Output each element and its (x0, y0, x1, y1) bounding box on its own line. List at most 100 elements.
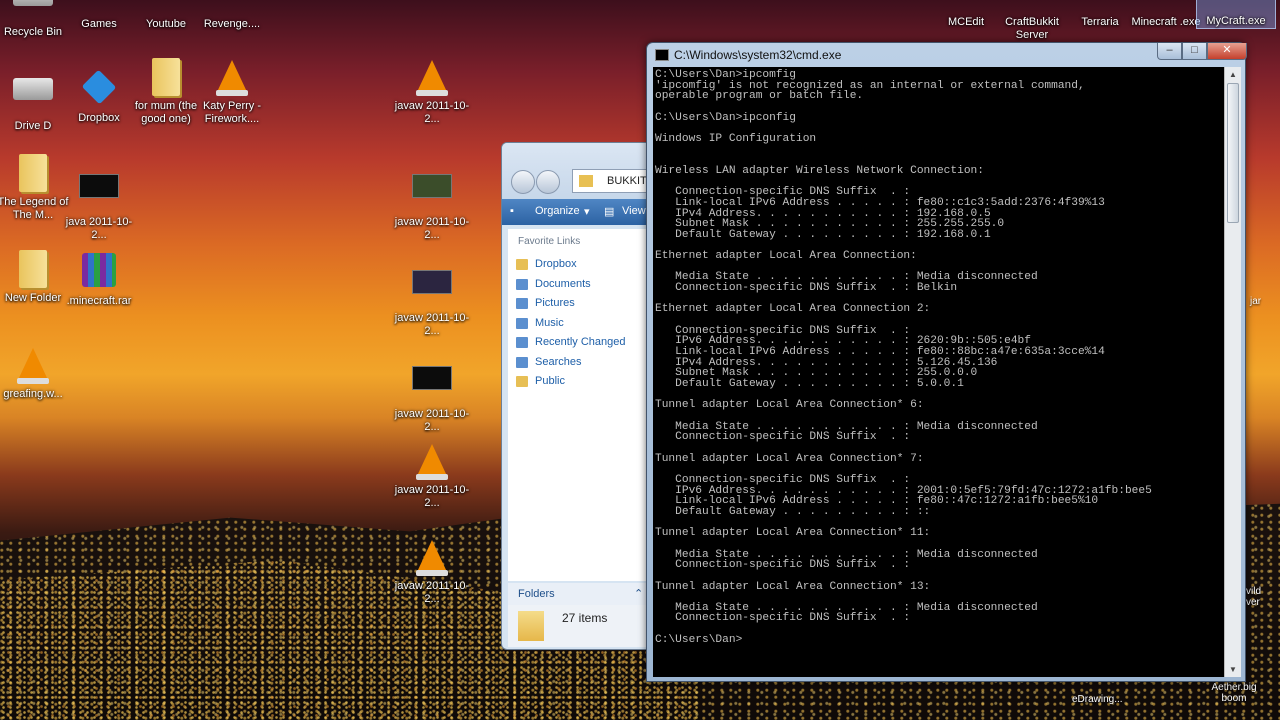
address-text: BUKKIT (607, 175, 647, 187)
desktop-icon-javaw-5[interactable]: javaw 2011-10-2... (392, 442, 472, 510)
scroll-up-icon[interactable]: ▲ (1229, 70, 1237, 79)
desktop-icon-label: .minecraft.rar (66, 295, 132, 307)
desktop-icon-label: javaw 2011-10-2... (394, 484, 470, 509)
explorer-window[interactable]: BUKKIT ▪ Organize ▾ ▤ View Favorite Link… (501, 142, 661, 650)
search-icon (516, 356, 528, 368)
cmd-window[interactable]: C:\Windows\system32\cmd.exe – □ ✕ C:\Use… (646, 42, 1247, 682)
desktop-icon-label: javaw 2011-10-2... (394, 408, 470, 433)
chevron-down-icon: ▾ (584, 206, 590, 218)
youtube-icon (146, 0, 186, 16)
desktop-icon-mycraft[interactable]: MyCraft.exe (1196, 0, 1276, 29)
desktop-icon-javaw-4[interactable]: javaw 2011-10-2... (392, 356, 472, 434)
vlc-icon (412, 58, 452, 98)
dropbox-icon (79, 69, 119, 110)
folder-icon (579, 175, 593, 187)
fav-label: Music (535, 316, 564, 329)
terraria-icon (1080, 0, 1120, 14)
recent-icon (516, 337, 528, 348)
details-pane: 27 items (508, 605, 653, 647)
item-count: 27 items (562, 611, 608, 625)
forward-button[interactable] (536, 170, 560, 194)
desktop-icon-label: Katy Perry - Firework.... (202, 100, 262, 125)
music-icon (516, 317, 528, 329)
folder-icon (516, 376, 528, 387)
vlc-icon (412, 442, 452, 482)
vlc-icon (212, 0, 252, 16)
back-button[interactable] (511, 170, 535, 194)
documents-icon (516, 278, 528, 290)
folder-icon (516, 259, 528, 270)
fav-pictures[interactable]: Pictures (508, 294, 653, 314)
folder-icon (13, 154, 53, 194)
fav-recently-changed[interactable]: Recently Changed (508, 333, 653, 353)
video-thumbnail-icon (412, 366, 452, 406)
video-thumbnail-icon (412, 270, 452, 310)
desktop-icon-label: javaw 2011-10-2... (394, 580, 470, 605)
desktop-icon-label: greafing.w... (3, 388, 63, 400)
music-folder-icon (146, 58, 186, 98)
folder-icon (518, 611, 544, 641)
vlc-icon (212, 58, 252, 98)
vlc-icon (412, 538, 452, 578)
drive-icon (13, 78, 53, 118)
desktop-icon-minecraft-rar[interactable]: .minecraft.rar (59, 250, 139, 308)
desktop-icon-label: Minecraft .exe (1131, 16, 1201, 28)
close-button[interactable]: ✕ (1207, 43, 1247, 60)
cmd-icon (655, 49, 669, 61)
mcedit-icon (946, 0, 986, 14)
scroll-down-icon[interactable]: ▼ (1229, 665, 1237, 674)
desktop-icon-javaw-6[interactable]: javaw 2011-10-2... (392, 538, 472, 606)
fav-label: Searches (535, 355, 582, 368)
desktop-icon-revenge[interactable]: Revenge.... (192, 0, 272, 31)
desktop-icon-label: MyCraft.exe (1206, 15, 1266, 27)
chevron-up-icon: ⌃ (634, 588, 644, 600)
desktop-icon-javaw-1[interactable]: javaw 2011-10-2... (392, 58, 472, 126)
fav-dropbox[interactable]: Dropbox (508, 255, 653, 275)
organize-icon: ▪ (510, 205, 514, 217)
views-icon: ▤ (604, 206, 615, 218)
fav-label: Pictures (535, 297, 575, 309)
fav-searches[interactable]: Searches (508, 353, 653, 373)
desktop-icon-java[interactable]: java 2011-10-2... (59, 164, 139, 242)
desktop-icon-minecraft[interactable]: Minecraft .exe (1126, 0, 1206, 29)
pictures-icon (516, 298, 528, 309)
favorite-links-title: Favorite Links (518, 236, 581, 247)
fav-public[interactable]: Public (508, 372, 653, 392)
recycle-bin-icon (13, 0, 53, 24)
folder-icon (13, 250, 53, 290)
minecraft-icon (1146, 0, 1186, 14)
desktop-icon-label: Revenge.... (203, 18, 261, 30)
vertical-scrollbar[interactable]: ▲ ▼ (1224, 67, 1241, 677)
fav-label: Recently Changed (535, 336, 626, 348)
views-button[interactable]: View (622, 205, 646, 217)
desktop-icon-label: javaw 2011-10-2... (394, 312, 470, 337)
favorite-links-pane: Favorite Links Dropbox Documents Picture… (508, 229, 653, 581)
desktop-icon-label: java 2011-10-2... (65, 216, 133, 241)
desktop-icon-greafing[interactable]: greafing.w... (0, 346, 73, 401)
organize-button[interactable]: Organize (535, 205, 580, 217)
fav-label: Public (535, 375, 565, 387)
video-thumbnail-icon (412, 174, 452, 214)
console-output[interactable]: C:\Users\Dan>ipcomfig 'ipcomfig' is not … (653, 67, 1224, 677)
desktop-icon-katy-perry[interactable]: Katy Perry - Firework.... (192, 58, 272, 126)
desktop-icon-javaw-3[interactable]: javaw 2011-10-2... (392, 260, 472, 338)
folders-label: Folders (518, 588, 555, 600)
cmd-title: C:\Windows\system32\cmd.exe (674, 48, 842, 62)
desktop-icon-label: javaw 2011-10-2... (394, 216, 470, 241)
maximize-button[interactable]: □ (1182, 43, 1207, 60)
minimize-button[interactable]: – (1157, 43, 1182, 60)
desktop-label-aether: Aether.big boom (1211, 682, 1257, 704)
cmd-title-bar[interactable]: C:\Windows\system32\cmd.exe (647, 43, 1245, 67)
fav-music[interactable]: Music (508, 314, 653, 334)
folders-toggle[interactable]: Folders ⌃ (508, 583, 653, 605)
scrollbar-thumb[interactable] (1227, 83, 1239, 223)
desktop-label-vild-ver: vild ver (1246, 586, 1262, 608)
craftbukkit-icon (1012, 0, 1052, 14)
games-icon (79, 0, 119, 16)
video-thumbnail-icon (79, 174, 119, 214)
fav-documents[interactable]: Documents (508, 275, 653, 295)
vlc-icon (13, 346, 53, 386)
mycraft-icon (1216, 0, 1256, 13)
desktop-icon-javaw-2[interactable]: javaw 2011-10-2... (392, 164, 472, 242)
fav-label: Documents (535, 277, 591, 290)
